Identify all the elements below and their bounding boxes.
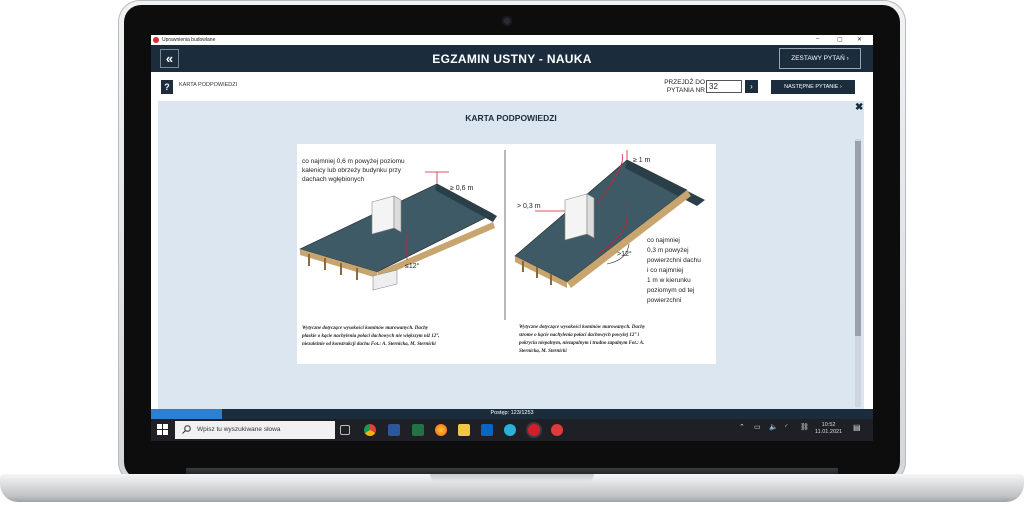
right-caption-line-4: Sternicka, M. Sternicki bbox=[519, 349, 567, 354]
question-number-input[interactable]: 32 bbox=[706, 80, 742, 93]
network-icon[interactable]: ⛓ bbox=[800, 423, 809, 431]
task-view-icon[interactable] bbox=[340, 425, 350, 435]
goto-button[interactable]: › bbox=[745, 80, 758, 93]
right-annotation-line-5: 1 m w kierunku bbox=[647, 277, 691, 284]
help-button[interactable]: ? bbox=[161, 80, 173, 94]
next-question-button[interactable]: NASTĘPNE PYTANIE › bbox=[771, 80, 855, 94]
word-icon[interactable] bbox=[388, 424, 400, 436]
left-height-label: ≥ 0,6 m bbox=[450, 185, 473, 192]
tray-chevron-icon[interactable]: ⌃ bbox=[739, 423, 745, 431]
right-annotation-line-7: powierzchni bbox=[647, 297, 681, 304]
toolbar: ? KARTA PODPOWIEDZI PRZEJDŹ DO PYTANIA N… bbox=[151, 72, 873, 100]
windows-start-icon[interactable] bbox=[157, 424, 168, 435]
right-annotation-line-6: poziomym od tej bbox=[647, 287, 694, 294]
left-angle-label: ≤12° bbox=[405, 262, 420, 270]
battery-icon[interactable]: ▭ bbox=[754, 423, 761, 431]
right-angle-label: >12° bbox=[617, 250, 632, 258]
taskbar-clock[interactable]: 10:52 11.01.2021 bbox=[815, 422, 842, 436]
app-header: « EGZAMIN USTNY - NAUKA ZESTAWY PYTAŃ › bbox=[151, 45, 873, 72]
left-annotation-line-1: co najmniej 0,6 m powyżej poziomu bbox=[302, 158, 405, 165]
left-caption-line-1: Wytyczne dotyczące wysokości kominów mur… bbox=[302, 326, 429, 331]
right-annotation-line-1: co najmniej bbox=[647, 237, 680, 244]
windows-taskbar: Wpisz tu wyszukiwane słowa ⌃ ▭ 🔈 ◜ ⛓ 10:… bbox=[151, 419, 873, 441]
app-screen: Uprawnienia budowlane – ▢ ✕ « EGZAMIN US… bbox=[151, 35, 873, 441]
window-titlebar: Uprawnienia budowlane – ▢ ✕ bbox=[151, 35, 873, 45]
search-placeholder: Wpisz tu wyszukiwane słowa bbox=[197, 426, 281, 433]
left-caption-line-3: niezależnie od konstrukcji dachu Fot.: A… bbox=[302, 342, 436, 347]
app-icon[interactable] bbox=[528, 424, 540, 436]
minimize-button[interactable]: – bbox=[816, 36, 819, 42]
clock-date: 11.01.2021 bbox=[815, 429, 843, 435]
hint-card-panel: KARTA PODPOWIEDZI ✖ co najmniej 0,6 m po… bbox=[158, 101, 864, 409]
right-caption-line-2: strome o kącie nachylenia połaci dachowy… bbox=[518, 333, 640, 338]
right-top-label: ≥ 1 m bbox=[633, 157, 651, 164]
clock-time: 10:52 bbox=[821, 422, 836, 428]
app2-icon[interactable] bbox=[551, 424, 563, 436]
webcam bbox=[502, 16, 512, 26]
progress-bar: Postęp: 123/1253 bbox=[151, 409, 873, 419]
right-caption-line-3: pokryciu niepalnym, niezapalnym i trudno… bbox=[518, 341, 644, 346]
taskbar-search[interactable]: Wpisz tu wyszukiwane słowa bbox=[175, 421, 335, 439]
window-title: Uprawnienia budowlane bbox=[162, 37, 216, 43]
file-explorer-icon[interactable] bbox=[458, 424, 470, 436]
page-title: EGZAMIN USTNY - NAUKA bbox=[432, 52, 592, 66]
goto-label: PRZEJDŹ DO PYTANIA NR bbox=[664, 79, 705, 94]
right-annotation-line-2: 0,3 m powyżej bbox=[647, 247, 689, 254]
chimney-figure: co najmniej 0,6 m powyżej poziomu kaleni… bbox=[297, 144, 716, 364]
volume-icon[interactable]: 🔈 bbox=[769, 423, 778, 431]
left-annotation-line-3: dachach wgłębionych bbox=[302, 176, 365, 183]
outlook-icon[interactable] bbox=[481, 424, 493, 436]
notifications-icon[interactable]: ▤ bbox=[853, 423, 861, 432]
maximize-button[interactable]: ▢ bbox=[837, 36, 843, 43]
excel-icon[interactable] bbox=[412, 424, 424, 436]
chimney-diagrams: co najmniej 0,6 m powyżej poziomu kaleni… bbox=[299, 150, 705, 354]
hint-card-title: KARTA PODPOWIEDZI bbox=[465, 113, 557, 123]
wifi-icon[interactable]: ◜ bbox=[785, 423, 788, 431]
scrollbar-thumb[interactable] bbox=[855, 141, 861, 336]
right-annotation-line-4: i co najmniej bbox=[647, 267, 683, 274]
close-window-button[interactable]: ✕ bbox=[857, 36, 862, 43]
chrome-icon[interactable] bbox=[364, 424, 376, 436]
close-card-icon[interactable]: ✖ bbox=[855, 102, 863, 113]
left-annotation-line-2: kalenicy lub obrzeży budynku przy bbox=[302, 167, 402, 174]
laptop-notch bbox=[430, 474, 594, 482]
right-side-label: > 0,3 m bbox=[517, 203, 541, 210]
progress-text: Postęp: 123/1253 bbox=[490, 410, 534, 416]
left-caption-line-2: płaskie o kącie nachylenia połaci dachow… bbox=[301, 334, 440, 339]
right-caption-line-1: Wytyczne dotyczące wysokości kominów mur… bbox=[519, 325, 646, 330]
right-annotation-line-3: powierzchni dachu bbox=[647, 257, 701, 264]
edge-icon[interactable] bbox=[504, 424, 516, 436]
app-logo-icon bbox=[153, 37, 159, 43]
question-sets-button[interactable]: ZESTAWY PYTAŃ › bbox=[779, 48, 861, 69]
search-icon bbox=[182, 425, 191, 434]
firefox-icon[interactable] bbox=[435, 424, 447, 436]
help-card-label: KARTA PODPOWIEDZI bbox=[179, 82, 238, 88]
